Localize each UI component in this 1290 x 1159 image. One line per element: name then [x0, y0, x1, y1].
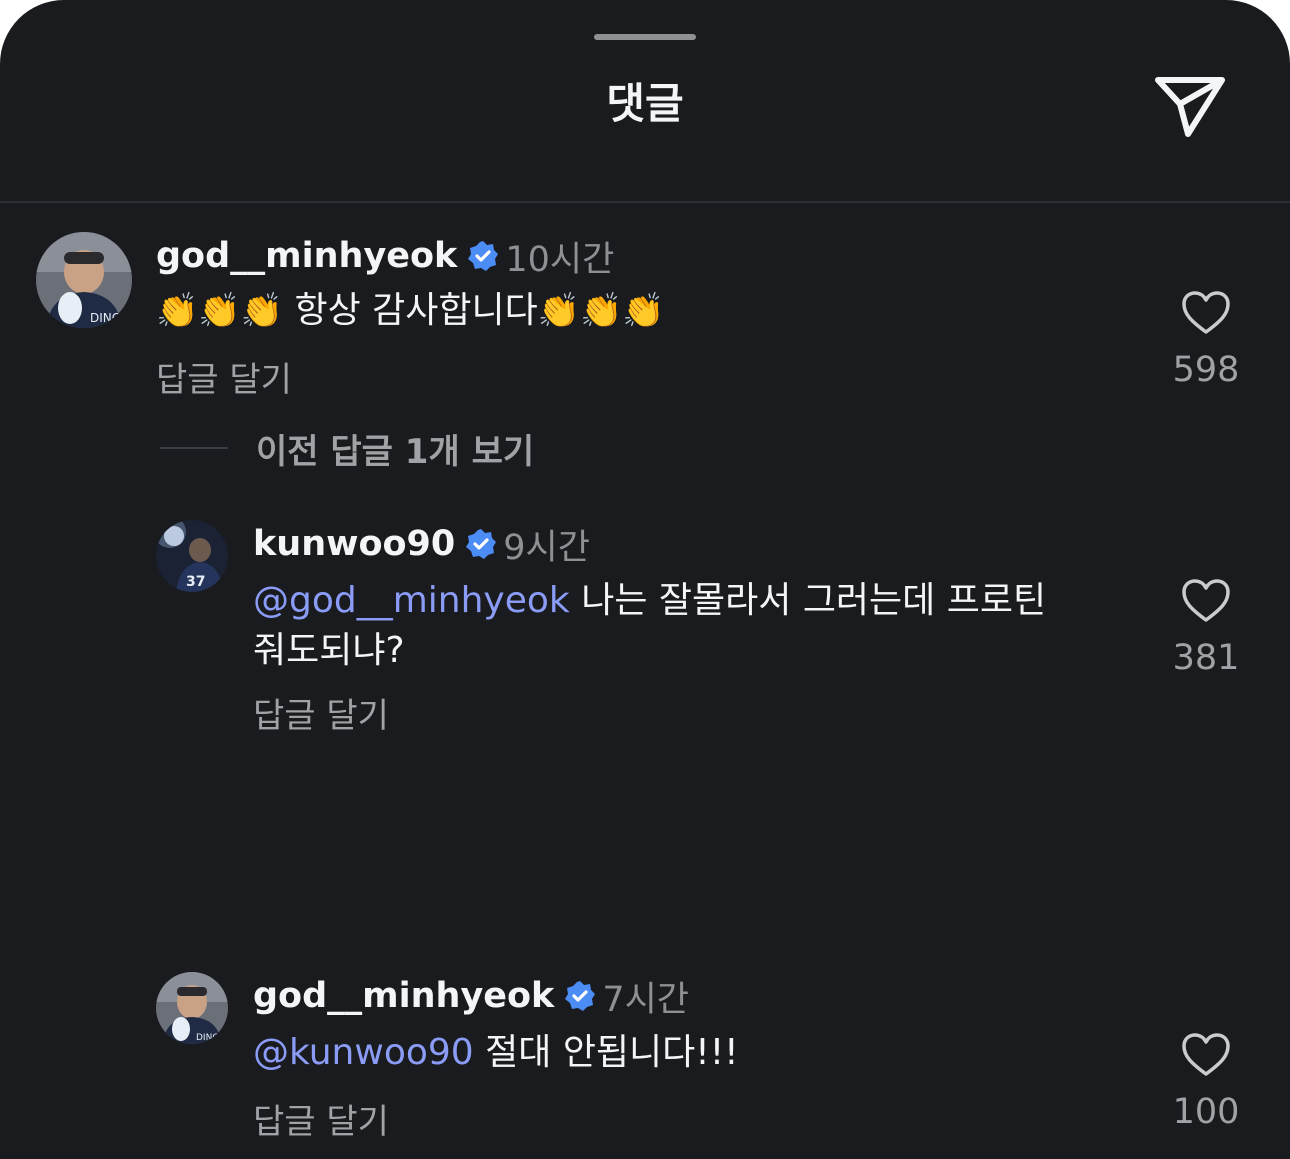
avatar[interactable]: DINO	[36, 232, 132, 328]
timestamp: 10시간	[505, 239, 615, 280]
avatar[interactable]: 37	[156, 520, 228, 592]
svg-text:DINO: DINO	[196, 1033, 219, 1043]
like-count: 598	[1172, 350, 1240, 390]
header-divider	[0, 201, 1290, 203]
verified-badge-icon	[467, 240, 499, 272]
sheet-title: 댓글	[606, 79, 684, 128]
heart-icon[interactable]	[1181, 578, 1231, 624]
reply-meta: god__minhyeok 7시간	[253, 972, 689, 1020]
comment-text: 👏👏👏 항상 감사합니다👏👏👏	[156, 286, 665, 336]
like-group: 381	[1166, 578, 1246, 678]
mention-link[interactable]: @kunwoo90	[253, 1032, 474, 1073]
clap-emoji: 👏👏👏	[537, 291, 665, 331]
svg-text:DINO: DINO	[90, 311, 121, 325]
username[interactable]: god__minhyeok	[253, 976, 554, 1016]
verified-badge-icon	[465, 528, 497, 560]
username[interactable]: god__minhyeok	[156, 236, 457, 276]
clap-emoji: 👏👏👏	[156, 291, 284, 331]
comment-meta: god__minhyeok 10시간	[156, 232, 614, 280]
like-group: 100	[1166, 1032, 1246, 1132]
comment-text-main: 항상 감사합니다	[283, 290, 538, 331]
verified-badge-icon	[564, 980, 596, 1012]
like-count: 381	[1172, 638, 1240, 678]
reply-text-line1: 나는 잘몰라서 그러는데 프로틴	[569, 580, 1047, 621]
mention-link[interactable]: @god__minhyeok	[253, 580, 570, 621]
svg-text:37: 37	[186, 574, 205, 590]
username[interactable]: kunwoo90	[253, 524, 455, 564]
reply-text: @kunwoo90 절대 안됩니다!!!	[253, 1028, 739, 1078]
heart-icon[interactable]	[1181, 290, 1231, 336]
reply-meta: kunwoo90 9시간	[253, 520, 590, 568]
timestamp: 7시간	[602, 979, 689, 1020]
share-button[interactable]	[1150, 70, 1230, 142]
drag-handle[interactable]	[594, 34, 696, 40]
reply-button[interactable]: 답글 달기	[253, 688, 389, 737]
like-count: 100	[1172, 1092, 1240, 1132]
timestamp: 9시간	[503, 527, 590, 568]
view-previous-label: 이전 답글 1개 보기	[256, 431, 535, 472]
reply-text-line1: 절대 안됩니다!!!	[473, 1032, 739, 1073]
heart-icon[interactable]	[1181, 1032, 1231, 1078]
reply-button[interactable]: 답글 달기	[156, 352, 292, 401]
avatar[interactable]: DINO	[156, 972, 228, 1044]
send-icon	[1155, 77, 1225, 137]
view-previous-replies[interactable]: 이전 답글 1개 보기	[160, 420, 534, 476]
thread-line	[160, 447, 228, 449]
reply-button[interactable]: 답글 달기	[253, 1094, 389, 1143]
comments-sheet: 댓글 DINO god__minhyeok 10시간 👏👏👏 항상 감사합니다👏…	[0, 0, 1290, 1159]
reply-text-line2: 줘도되냐?	[253, 630, 405, 671]
reply-text: @god__minhyeok 나는 잘몰라서 그러는데 프로틴 줘도되냐?	[253, 576, 1133, 676]
like-group: 598	[1166, 290, 1246, 390]
